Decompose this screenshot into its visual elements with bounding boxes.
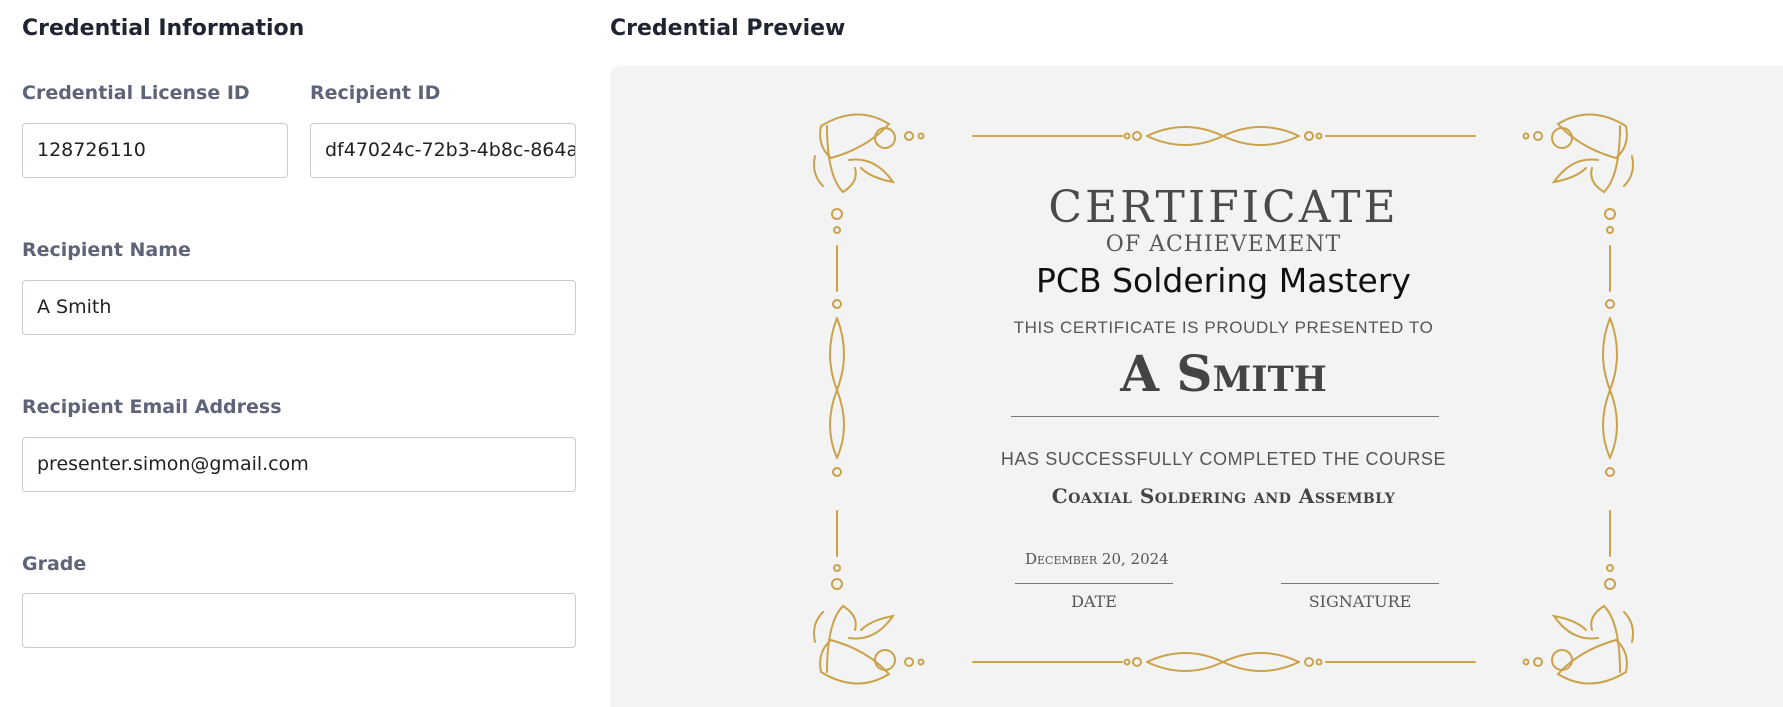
presented-to-text: THIS CERTIFICATE IS PROUDLY PRESENTED TO (1013, 318, 1434, 337)
license-id-input[interactable]: 128726110 (22, 123, 288, 178)
recipient-name-label: Recipient Name (22, 239, 191, 261)
certificate-date: December 20, 2024 (1025, 550, 1169, 568)
credential-preview-title: Credential Preview (610, 16, 846, 41)
certificate-subtitle: OF ACHIEVEMENT (1105, 232, 1342, 257)
grade-input[interactable] (22, 593, 576, 648)
name-underline (1011, 416, 1439, 417)
certificate-course-name: Coaxial Soldering and Assembly (1051, 484, 1396, 508)
date-line (1015, 583, 1173, 584)
signature-caption: SIGNATURE (1308, 592, 1412, 611)
recipient-email-label: Recipient Email Address (22, 396, 282, 418)
certificate-program: PCB Soldering Mastery (1036, 261, 1411, 300)
credential-information-title: Credential Information (22, 16, 305, 41)
completed-course-text: HAS SUCCESSFULLY COMPLETED THE COURSE (1000, 449, 1447, 469)
recipient-id-input[interactable]: df47024c-72b3-4b8c-864a (310, 123, 576, 178)
recipient-id-label: Recipient ID (310, 82, 441, 104)
grade-label: Grade (22, 553, 87, 575)
recipient-email-input[interactable]: presenter.simon@gmail.com (22, 437, 576, 492)
certificate-recipient-name: A Smith (1120, 344, 1327, 403)
certificate-title: CERTIFICATE (1048, 182, 1399, 233)
signature-line (1281, 583, 1439, 584)
recipient-name-input[interactable]: A Smith (22, 280, 576, 335)
date-caption: DATE (1071, 592, 1117, 611)
certificate-preview: CERTIFICATE OF ACHIEVEMENT PCB Soldering… (797, 96, 1650, 707)
license-id-label: Credential License ID (22, 82, 250, 104)
